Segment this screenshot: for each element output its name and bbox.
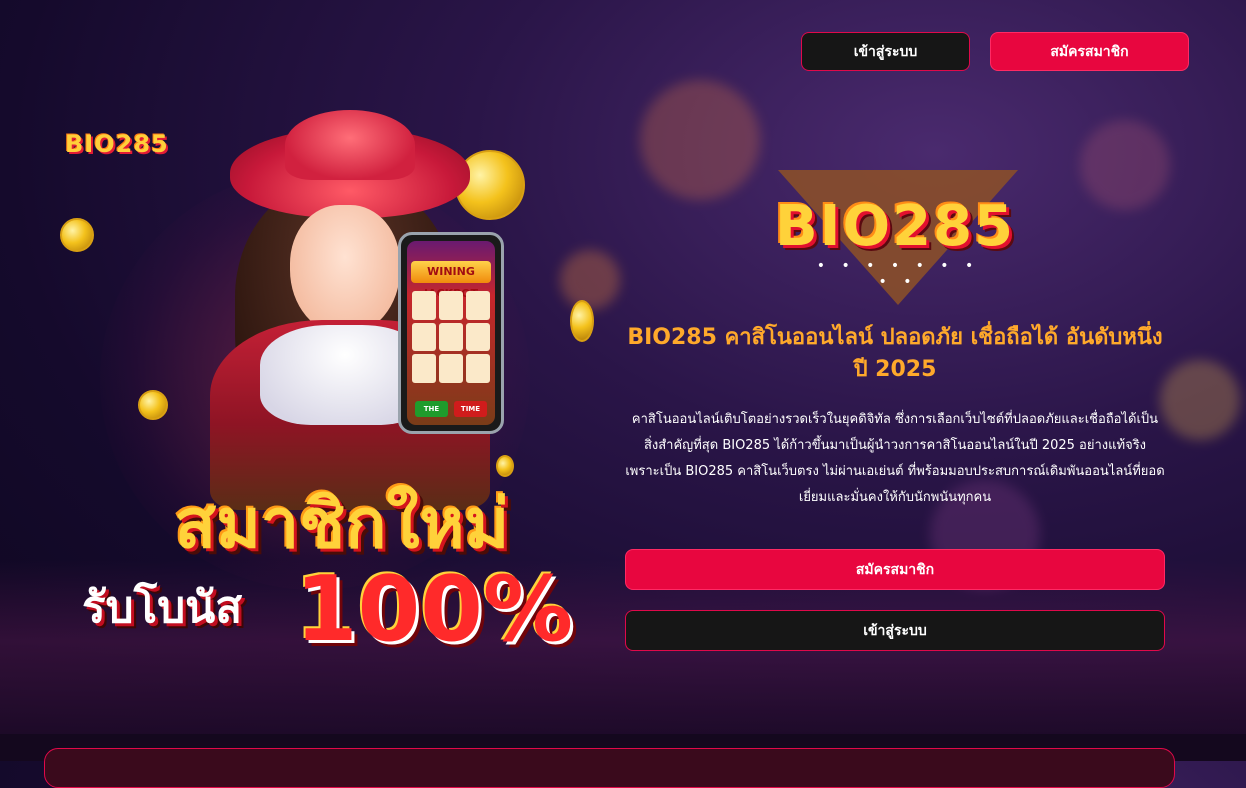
reel-cell bbox=[439, 291, 463, 320]
coin-icon bbox=[60, 218, 94, 252]
bokeh-light bbox=[1080, 120, 1170, 210]
slot-btn-right: TIME bbox=[454, 401, 487, 417]
register-button[interactable]: สมัครสมาชิก bbox=[990, 32, 1189, 71]
reel-cell bbox=[466, 354, 490, 383]
promo-bonus-value: 100% bbox=[295, 557, 574, 662]
reel-cell bbox=[439, 322, 463, 352]
coin-icon bbox=[570, 300, 594, 342]
page-headline: BIO285 คาสิโนออนไลน์ ปลอดภัย เชื่อถือได้… bbox=[627, 325, 1163, 382]
reel-cell bbox=[466, 322, 490, 352]
coin-icon bbox=[496, 455, 514, 477]
brand-logo: BIO285 • • • • • • • • • bbox=[770, 170, 1020, 310]
slot-phone-buttons: THE TIME bbox=[415, 401, 487, 417]
jackpot-label: WINING JACKPOT bbox=[411, 261, 491, 300]
footer-panel bbox=[44, 748, 1175, 788]
bokeh-light bbox=[640, 80, 760, 200]
slot-reels bbox=[412, 291, 490, 383]
brand-logo-dots: • • • • • • • • • bbox=[816, 258, 980, 290]
login-button[interactable]: เข้าสู่ระบบ bbox=[801, 32, 970, 71]
reel-cell bbox=[466, 291, 490, 320]
slot-phone-screen: WINING JACKPOT THE TIME bbox=[407, 241, 495, 425]
reel-cell bbox=[412, 354, 436, 383]
register-cta-button[interactable]: สมัครสมาชิก bbox=[625, 549, 1165, 590]
login-cta-button[interactable]: เข้าสู่ระบบ bbox=[625, 610, 1165, 651]
page-description: คาสิโนออนไลน์เติบโตอย่างรวดเร็วในยุคดิจิ… bbox=[625, 412, 1165, 505]
promo-new-member: สมาชิกใหม่ bbox=[174, 485, 510, 564]
character-hat-crown bbox=[285, 110, 415, 180]
coin-icon bbox=[138, 390, 168, 420]
brand-logo-text: BIO285 bbox=[774, 194, 1016, 259]
slot-btn-left: THE bbox=[415, 401, 448, 417]
small-logo: BIO285 bbox=[65, 130, 169, 158]
reel-cell bbox=[439, 354, 463, 383]
promo-bonus-label: รับโบนัส bbox=[82, 582, 243, 633]
character-face bbox=[290, 205, 400, 335]
reel-cell bbox=[412, 291, 436, 320]
slot-phone: WINING JACKPOT THE TIME bbox=[398, 232, 504, 434]
reel-cell bbox=[412, 322, 436, 352]
bokeh-light bbox=[1160, 360, 1240, 440]
hero-banner: BIO285 WINING JACKPOT THE TIME bbox=[40, 110, 600, 720]
